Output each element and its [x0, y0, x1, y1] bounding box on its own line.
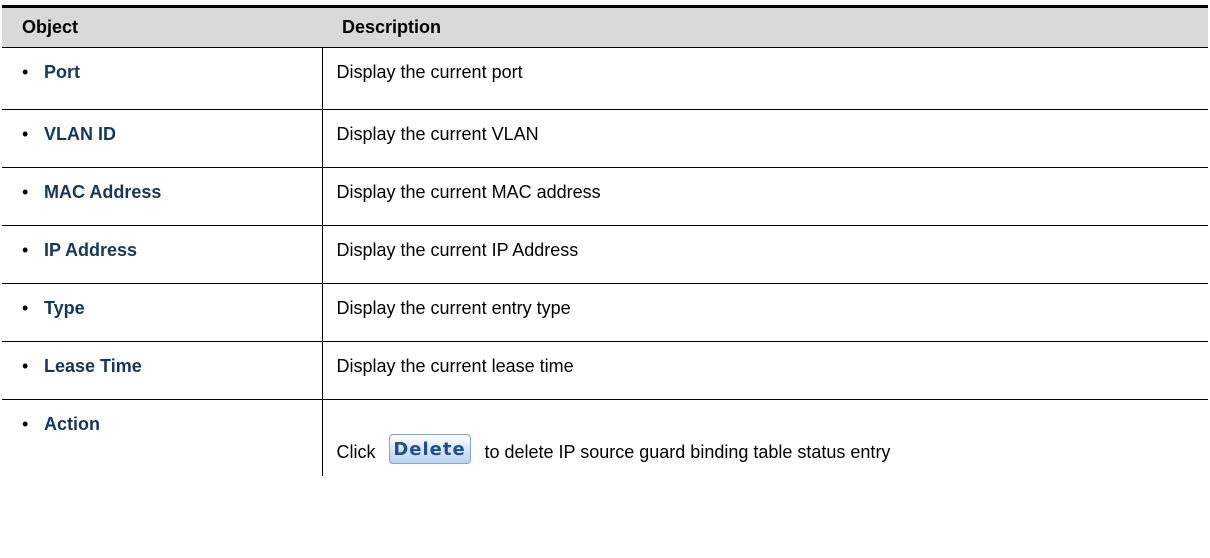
bullet: •: [22, 240, 29, 260]
bullet: •: [22, 356, 29, 376]
action-description: Click Delete to delete IP source guard b…: [336, 434, 1209, 464]
click-prefix: Click: [336, 441, 376, 462]
bullet: •: [22, 124, 29, 144]
description-cell: Display the current MAC address: [322, 167, 1208, 226]
object-cell: • IP Address: [2, 225, 323, 284]
object-cell: • Lease Time: [2, 341, 323, 400]
object-name: Type: [44, 298, 85, 318]
object-name: MAC Address: [44, 182, 162, 202]
table-row: • Type Display the current entry type: [2, 283, 1208, 342]
table-row: • VLAN ID Display the current VLAN: [2, 109, 1208, 168]
object-cell: • Type: [2, 283, 323, 342]
description-cell: Display the current lease time: [322, 341, 1208, 400]
object-name: IP Address: [44, 240, 138, 260]
description-cell: Display the current VLAN: [322, 109, 1208, 168]
object-name: Lease Time: [44, 356, 142, 376]
description-cell: Display the current IP Address: [322, 225, 1208, 284]
table-header-row: Object Description: [2, 8, 1208, 48]
delete-button[interactable]: Delete: [388, 434, 471, 464]
table-row: • MAC Address Display the current MAC add…: [2, 167, 1208, 226]
description-cell: Display the current entry type: [322, 283, 1208, 342]
object-description-table: Object Description • Port Display the cur…: [2, 8, 1208, 476]
object-cell: • Port: [2, 47, 323, 110]
bullet: •: [22, 182, 29, 202]
bullet: •: [22, 298, 29, 318]
bullet: •: [22, 62, 29, 82]
column-header-description: Description: [322, 8, 1208, 48]
table-row-action: • Action Click Delete to delete IP source…: [2, 399, 1209, 476]
description-cell: Display the current port: [322, 47, 1208, 110]
object-name: Port: [44, 62, 80, 82]
object-name: VLAN ID: [44, 124, 116, 144]
bullet: •: [22, 414, 29, 434]
table-row: • IP Address Display the current IP Addre…: [2, 225, 1208, 284]
object-cell: • VLAN ID: [2, 109, 323, 168]
description-cell: Click Delete to delete IP source guard b…: [322, 399, 1209, 476]
object-description-table-container: Object Description • Port Display the cur…: [2, 5, 1208, 476]
table-row: • Port Display the current port: [2, 47, 1208, 110]
column-header-object: Object: [2, 8, 322, 48]
table-row: • Lease Time Display the current lease ti…: [2, 341, 1208, 400]
action-suffix: to delete IP source guard binding table …: [484, 441, 891, 462]
object-cell: • Action: [2, 399, 323, 476]
object-name: Action: [44, 414, 100, 434]
object-cell: • MAC Address: [2, 167, 323, 226]
